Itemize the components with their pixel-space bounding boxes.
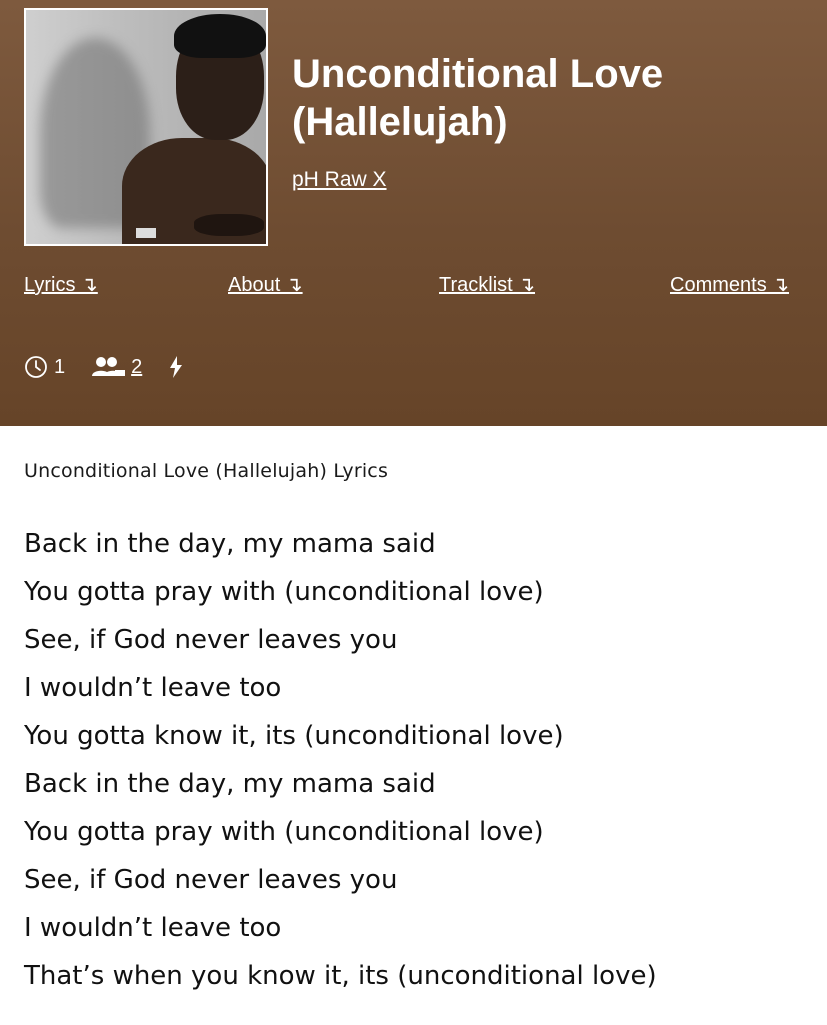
lyrics-heading: Unconditional Love (Hallelujah) Lyrics [24, 460, 389, 482]
lyric-line[interactable]: Back in the day, my mama said [24, 520, 814, 568]
nav-about-link[interactable]: About ↴ [228, 272, 303, 297]
lyric-line[interactable]: Back in the day, my mama said [24, 760, 814, 808]
views-count: 1 [54, 355, 66, 378]
lyric-line[interactable]: That’s when you know it, its (unconditio… [24, 952, 814, 1000]
lyrics-body: Back in the day, my mama said You gotta … [24, 520, 814, 1000]
song-stats: 1 2 [24, 352, 210, 382]
views-stat: 1 [24, 355, 65, 379]
lyric-line[interactable]: See, if God never leaves you [24, 616, 814, 664]
artist-link[interactable]: pH Raw X [292, 168, 387, 192]
parental-advisory-label [136, 228, 156, 238]
contributors-icon [91, 355, 126, 379]
contributors-count[interactable]: 2 [131, 356, 142, 379]
cover-hair [174, 14, 266, 58]
lyric-line[interactable]: I wouldn’t leave too [24, 664, 814, 712]
nav-comments-link[interactable]: Comments ↴ [670, 272, 789, 297]
hot-stat [168, 355, 184, 379]
lightning-icon [168, 355, 184, 379]
contributors-stat[interactable]: 2 [91, 355, 142, 379]
lyric-line[interactable]: You gotta know it, its (unconditional lo… [24, 712, 814, 760]
nav-tracklist-link[interactable]: Tracklist ↴ [439, 272, 535, 297]
song-title: Unconditional Love (Hallelujah) [292, 52, 664, 144]
cover-tattoo [194, 214, 264, 236]
lyric-line[interactable]: I wouldn’t leave too [24, 904, 814, 952]
lyric-line[interactable]: You gotta pray with (unconditional love) [24, 808, 814, 856]
nav-lyrics-link[interactable]: Lyrics ↴ [24, 272, 98, 297]
song-header: Unconditional Love (Hallelujah) pH Raw X… [0, 0, 827, 426]
lyric-line[interactable]: See, if God never leaves you [24, 856, 814, 904]
album-cover[interactable] [24, 8, 268, 246]
clock-icon [24, 355, 48, 379]
lyric-line[interactable]: You gotta pray with (unconditional love) [24, 568, 814, 616]
